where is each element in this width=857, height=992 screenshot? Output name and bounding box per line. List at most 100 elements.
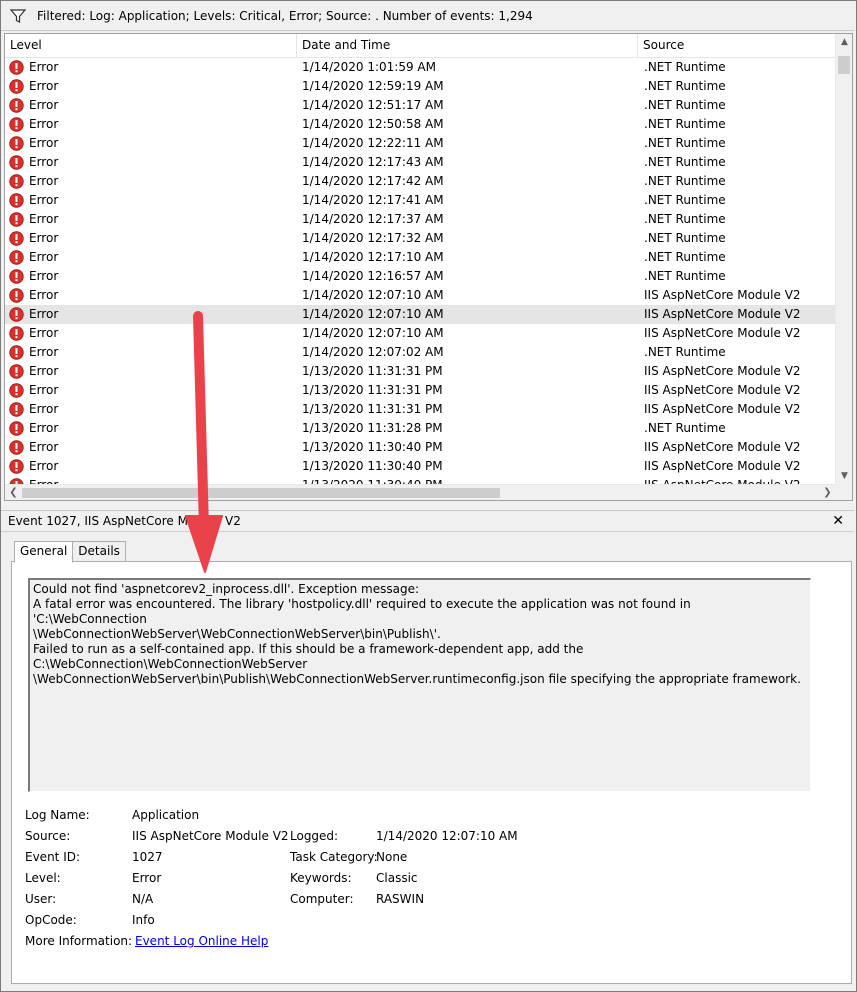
source-cell: .NET Runtime [644, 174, 726, 188]
date-cell: 1/13/2020 11:31:31 PM [302, 402, 443, 416]
keywords-value: Classic [376, 871, 418, 885]
table-row[interactable]: Error 1/14/2020 12:16:57 AM .NET Runtime [5, 267, 836, 286]
user-value: N/A [132, 892, 154, 906]
table-row[interactable]: Error 1/14/2020 12:17:43 AM .NET Runtime [5, 153, 836, 172]
date-cell: 1/13/2020 11:31:31 PM [302, 364, 443, 378]
date-cell: 1/14/2020 12:07:10 AM [302, 288, 444, 302]
logged-value: 1/14/2020 12:07:10 AM [376, 829, 518, 843]
error-icon [9, 231, 24, 246]
level-cell: Error [5, 153, 297, 172]
level-cell: Error [5, 134, 297, 153]
table-row[interactable]: Error 1/14/2020 12:50:58 AM .NET Runtime [5, 115, 836, 134]
table-row[interactable]: Error 1/14/2020 12:17:37 AM .NET Runtime [5, 210, 836, 229]
close-icon[interactable]: ✕ [832, 513, 844, 529]
error-icon [9, 440, 24, 455]
table-row[interactable]: Error 1/14/2020 12:59:19 AM .NET Runtime [5, 77, 836, 96]
level-cell: Error [5, 438, 297, 457]
table-row[interactable]: Error 1/14/2020 12:07:02 AM .NET Runtime [5, 343, 836, 362]
level-cell: Error [5, 286, 297, 305]
error-icon [9, 155, 24, 170]
table-row[interactable]: Error 1/14/2020 12:17:32 AM .NET Runtime [5, 229, 836, 248]
table-row[interactable]: Error 1/14/2020 12:07:10 AM IIS AspNetCore… [5, 305, 836, 324]
error-icon [9, 269, 24, 284]
level-text: Error [29, 231, 59, 245]
source-cell: IIS AspNetCore Module V2 [644, 326, 801, 340]
table-row[interactable]: Error 1/14/2020 12:22:11 AM .NET Runtime [5, 134, 836, 153]
level-cell: Error [5, 400, 297, 419]
date-cell: 1/13/2020 11:30:40 PM [302, 440, 443, 454]
chevron-right-icon[interactable]: ❯ [819, 485, 836, 500]
table-row[interactable]: Error 1/13/2020 11:31:31 PM IIS AspNetCore… [5, 381, 836, 400]
date-cell: 1/14/2020 12:17:37 AM [302, 212, 444, 226]
chevron-up-icon[interactable]: ▲ [836, 34, 852, 51]
table-row[interactable]: Error 1/13/2020 11:30:40 PM IIS AspNetCore… [5, 438, 836, 457]
date-cell: 1/14/2020 12:51:17 AM [302, 98, 444, 112]
level-text: Error [29, 345, 59, 359]
source-cell: IIS AspNetCore Module V2 [644, 364, 801, 378]
level-cell: Error [5, 419, 297, 438]
level-text: Error [29, 60, 59, 74]
level-text: Error [29, 79, 59, 93]
filter-bar: Filtered: Log: Application; Levels: Crit… [1, 1, 854, 31]
source-value: IIS AspNetCore Module V2 [132, 829, 289, 843]
date-cell: 1/14/2020 12:17:43 AM [302, 155, 444, 169]
table-row[interactable]: Error 1/14/2020 12:17:10 AM .NET Runtime [5, 248, 836, 267]
column-header-level[interactable]: Level [5, 34, 297, 58]
source-cell: .NET Runtime [644, 269, 726, 283]
date-cell: 1/14/2020 12:07:10 AM [302, 307, 444, 321]
source-cell: .NET Runtime [644, 193, 726, 207]
chevron-left-icon[interactable]: ❮ [5, 485, 22, 500]
column-header-source[interactable]: Source [638, 34, 836, 58]
level-cell: Error [5, 457, 297, 476]
opcode-value: Info [132, 913, 155, 927]
level-cell: Error [5, 324, 297, 343]
error-icon [9, 307, 24, 322]
detail-tabs: General Details [14, 541, 126, 563]
date-cell: 1/14/2020 12:07:10 AM [302, 326, 444, 340]
error-icon [9, 212, 24, 227]
event-log-online-help-link[interactable]: Event Log Online Help [135, 934, 268, 948]
date-cell: 1/14/2020 12:17:10 AM [302, 250, 444, 264]
chevron-down-icon[interactable]: ▼ [836, 468, 852, 485]
table-row[interactable]: Error 1/14/2020 12:51:17 AM .NET Runtime [5, 96, 836, 115]
level-cell: Error [5, 381, 297, 400]
error-icon [9, 250, 24, 265]
level-text: Error [29, 364, 59, 378]
error-icon [9, 364, 24, 379]
date-cell: 1/13/2020 11:31:28 PM [302, 421, 443, 435]
tab-details[interactable]: Details [72, 541, 126, 562]
error-icon [9, 288, 24, 303]
vertical-scroll-thumb[interactable] [838, 56, 850, 74]
column-header-date-and-time[interactable]: Date and Time [297, 34, 638, 58]
table-row[interactable]: Error 1/14/2020 12:17:42 AM .NET Runtime [5, 172, 836, 191]
level-text: Error [29, 326, 59, 340]
horizontal-scrollbar[interactable]: ❮ ❯ [5, 484, 836, 500]
source-cell: .NET Runtime [644, 345, 726, 359]
table-row[interactable]: Error 1/14/2020 12:07:10 AM IIS AspNetCore… [5, 324, 836, 343]
table-row[interactable]: Error 1/13/2020 11:30:40 PM IIS AspNetCore… [5, 457, 836, 476]
event-list[interactable]: Level Date and Time Source Error 1/14/202… [4, 33, 853, 501]
table-row[interactable]: Error 1/14/2020 12:17:41 AM .NET Runtime [5, 191, 836, 210]
filter-icon [9, 8, 27, 23]
date-cell: 1/14/2020 12:17:32 AM [302, 231, 444, 245]
vertical-scrollbar[interactable]: ▲ ▼ [835, 34, 852, 485]
level-text: Error [29, 155, 59, 169]
date-cell: 1/14/2020 1:01:59 AM [302, 60, 436, 74]
level-cell: Error [5, 362, 297, 381]
table-row[interactable]: Error 1/13/2020 11:31:31 PM IIS AspNetCore… [5, 362, 836, 381]
level-text: Error [29, 459, 59, 473]
table-row[interactable]: Error 1/14/2020 12:07:10 AM IIS AspNetCore… [5, 286, 836, 305]
event-detail-header: Event 1027, IIS AspNetCore Module V2 ✕ [1, 510, 854, 532]
event-description[interactable]: Could not find 'aspnetcorev2_inprocess.d… [28, 578, 811, 792]
error-icon [9, 174, 24, 189]
table-row[interactable]: Error 1/14/2020 1:01:59 AM .NET Runtime [5, 58, 836, 77]
level-text: Error [29, 174, 59, 188]
date-cell: 1/13/2020 11:31:31 PM [302, 383, 443, 397]
tab-general[interactable]: General [14, 541, 74, 563]
level-text: Error [29, 193, 59, 207]
horizontal-scroll-thumb[interactable] [22, 488, 500, 498]
table-row[interactable]: Error 1/13/2020 11:31:28 PM .NET Runtime [5, 419, 836, 438]
level-cell: Error [5, 343, 297, 362]
table-row[interactable]: Error 1/13/2020 11:31:31 PM IIS AspNetCore… [5, 400, 836, 419]
error-icon [9, 402, 24, 417]
